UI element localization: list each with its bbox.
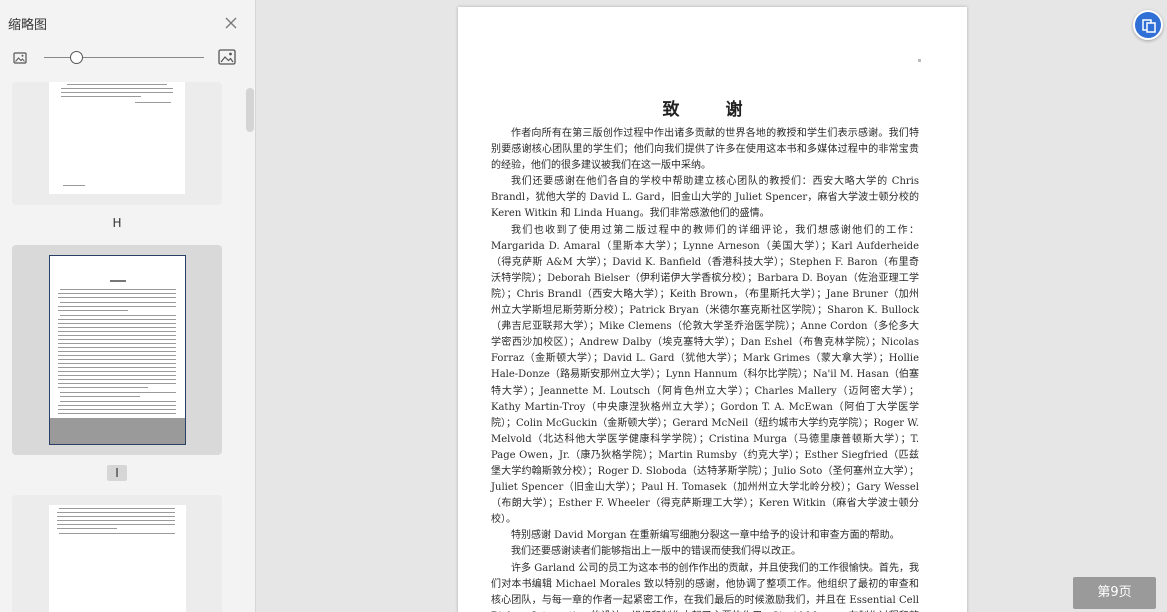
page-corner-mark xyxy=(918,59,921,62)
paragraph: 我们还要感谢在他们各自的学校中帮助建立核心团队的教授们：西安大略大学的 Chri… xyxy=(491,176,919,220)
page-heading: 致 谢 xyxy=(662,100,763,120)
page-body: 作者向所有在第三版创作过程中作出诸多贡献的世界各地的教授和学生们表示感谢。我们特… xyxy=(491,126,919,612)
zoom-slider-track[interactable] xyxy=(44,57,204,58)
thumbnail-page-next xyxy=(49,505,186,612)
thumbnail-card-h[interactable] xyxy=(12,82,222,205)
image-large-icon[interactable] xyxy=(218,48,236,70)
sidebar-scrollbar[interactable] xyxy=(246,88,254,132)
paragraph: 我们还要感谢读者们能够指出上一版中的错误而使我们得以改正。 xyxy=(511,546,801,558)
paragraph: 我们也收到了使用过第二版过程中的教师们的详细评论，我们想感谢他们的工作：Marg… xyxy=(491,224,919,526)
document-page: 致 谢 作者向所有在第三版创作过程中作出诸多贡献的世界各地的教授和学生们表示感谢… xyxy=(458,7,967,612)
thumbnail-page-h xyxy=(49,82,185,194)
floating-action-button[interactable] xyxy=(1133,10,1163,40)
thumbnail-label-i: I xyxy=(107,465,127,481)
document-viewer[interactable]: 致 谢 作者向所有在第三版创作过程中作出诸多贡献的世界各地的教授和学生们表示感谢… xyxy=(257,0,1167,612)
thumbnail-card-i[interactable] xyxy=(12,245,222,455)
zoom-slider-handle[interactable] xyxy=(69,51,83,64)
image-small-icon[interactable] xyxy=(13,50,27,69)
thumbnail-zoom-control xyxy=(0,46,256,70)
thumbnail-page-i xyxy=(49,255,186,445)
thumbnail-label-h: H xyxy=(112,216,122,230)
paragraph: 许多 Garland 公司的员工为这本书的创作作出的贡献，并且使我们的工作很愉快… xyxy=(491,562,919,612)
close-icon[interactable] xyxy=(222,14,240,32)
thumbnail-sidebar: 缩略图 H I xyxy=(0,0,256,612)
paragraph: 作者向所有在第三版创作过程中作出诸多贡献的世界各地的教授和学生们表示感谢。我们特… xyxy=(491,128,919,172)
paragraph: 特别感谢 David Morgan 在重新编写细胞分裂这一章中给予的设计和审查方… xyxy=(511,530,900,542)
thumbnail-list: H I xyxy=(0,82,244,612)
page-number-indicator: 第9页 xyxy=(1073,577,1156,609)
thumbnail-card-next[interactable] xyxy=(12,495,222,612)
sidebar-title: 缩略图 xyxy=(8,18,48,33)
